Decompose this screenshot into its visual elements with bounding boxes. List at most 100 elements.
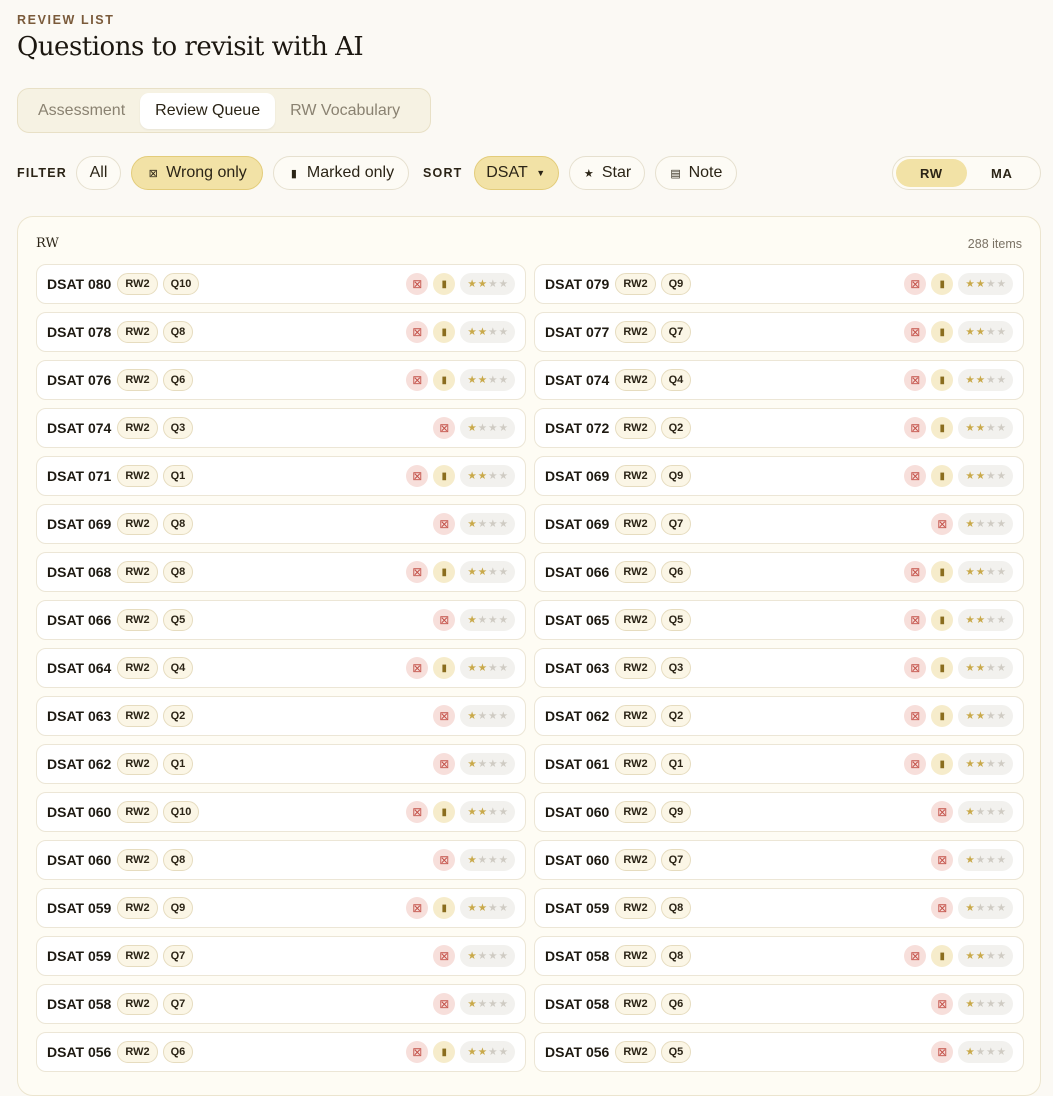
- star-icon: ★: [477, 374, 488, 386]
- star-rating[interactable]: ★ ★ ★ ★: [460, 753, 515, 775]
- star-icon: ★: [467, 902, 477, 914]
- review-item[interactable]: DSAT 072 RW2 Q2 ⊠ ▮ ★ ★ ★ ★: [534, 408, 1024, 448]
- item-status: ⊠ ▮ ★ ★ ★ ★: [406, 465, 515, 487]
- star-rating[interactable]: ★ ★ ★ ★: [958, 273, 1013, 295]
- sort-note-button[interactable]: ▤ Note: [655, 156, 737, 190]
- star-rating[interactable]: ★ ★ ★ ★: [958, 993, 1013, 1015]
- filter-all-label: All: [89, 164, 108, 181]
- tab-rw-vocabulary[interactable]: RW Vocabulary: [275, 93, 415, 129]
- question-tag: Q8: [162, 321, 194, 343]
- filter-all-button[interactable]: All: [76, 156, 121, 190]
- sort-star-button[interactable]: ★ Star: [569, 156, 645, 190]
- review-item[interactable]: DSAT 069 RW2 Q9 ⊠ ▮ ★ ★ ★ ★: [534, 456, 1024, 496]
- subject-rw-button[interactable]: RW: [896, 159, 967, 187]
- review-item[interactable]: DSAT 058 RW2 Q7 ⊠ ★ ★ ★ ★: [36, 984, 526, 1024]
- review-item[interactable]: DSAT 065 RW2 Q5 ⊠ ▮ ★ ★ ★ ★: [534, 600, 1024, 640]
- review-item[interactable]: DSAT 069 RW2 Q7 ⊠ ★ ★ ★ ★: [534, 504, 1024, 544]
- review-item[interactable]: DSAT 079 RW2 Q9 ⊠ ▮ ★ ★ ★ ★: [534, 264, 1024, 304]
- star-rating[interactable]: ★ ★ ★ ★: [460, 945, 515, 967]
- star-icon: ★: [488, 854, 498, 866]
- star-rating[interactable]: ★ ★ ★ ★: [958, 801, 1013, 823]
- review-item[interactable]: DSAT 076 RW2 Q6 ⊠ ▮ ★ ★ ★ ★: [36, 360, 526, 400]
- review-item[interactable]: DSAT 078 RW2 Q8 ⊠ ▮ ★ ★ ★ ★: [36, 312, 526, 352]
- star-rating[interactable]: ★ ★ ★ ★: [460, 705, 515, 727]
- star-rating[interactable]: ★ ★ ★ ★: [460, 513, 515, 535]
- star-rating[interactable]: ★ ★ ★ ★: [958, 753, 1013, 775]
- item-status: ⊠ ▮ ★ ★ ★ ★: [904, 369, 1013, 391]
- review-item[interactable]: DSAT 060 RW2 Q9 ⊠ ★ ★ ★ ★: [534, 792, 1024, 832]
- star-rating[interactable]: ★ ★ ★ ★: [958, 1041, 1013, 1063]
- star-rating[interactable]: ★ ★ ★ ★: [460, 609, 515, 631]
- review-item[interactable]: DSAT 062 RW2 Q2 ⊠ ▮ ★ ★ ★ ★: [534, 696, 1024, 736]
- review-item[interactable]: DSAT 059 RW2 Q8 ⊠ ★ ★ ★ ★: [534, 888, 1024, 928]
- review-item[interactable]: DSAT 064 RW2 Q4 ⊠ ▮ ★ ★ ★ ★: [36, 648, 526, 688]
- tab-assessment[interactable]: Assessment: [23, 93, 140, 129]
- item-title: DSAT 079: [545, 276, 610, 292]
- item-title: DSAT 060: [545, 804, 610, 820]
- star-icon: ★: [467, 614, 477, 626]
- review-item[interactable]: DSAT 068 RW2 Q8 ⊠ ▮ ★ ★ ★ ★: [36, 552, 526, 592]
- star-icon: ★: [467, 566, 477, 578]
- review-item[interactable]: DSAT 060 RW2 Q8 ⊠ ★ ★ ★ ★: [36, 840, 526, 880]
- star-rating[interactable]: ★ ★ ★ ★: [958, 897, 1013, 919]
- review-item[interactable]: DSAT 066 RW2 Q6 ⊠ ▮ ★ ★ ★ ★: [534, 552, 1024, 592]
- review-item[interactable]: DSAT 059 RW2 Q9 ⊠ ▮ ★ ★ ★ ★: [36, 888, 526, 928]
- subject-ma-button[interactable]: MA: [967, 159, 1038, 187]
- star-icon: ★: [477, 278, 488, 290]
- star-icon: ★: [488, 278, 498, 290]
- star-rating[interactable]: ★ ★ ★ ★: [958, 945, 1013, 967]
- star-rating[interactable]: ★ ★ ★ ★: [958, 705, 1013, 727]
- star-rating[interactable]: ★ ★ ★ ★: [958, 417, 1013, 439]
- review-item[interactable]: DSAT 074 RW2 Q4 ⊠ ▮ ★ ★ ★ ★: [534, 360, 1024, 400]
- filter-marked-only-button[interactable]: ▮ Marked only: [273, 156, 409, 190]
- bookmark-icon: ▮: [931, 657, 954, 679]
- section-tag: RW2: [117, 1041, 158, 1063]
- star-rating[interactable]: ★ ★ ★ ★: [460, 465, 515, 487]
- filter-wrong-only-button[interactable]: ⊠ Wrong only: [131, 156, 263, 190]
- star-rating[interactable]: ★ ★ ★ ★: [958, 321, 1013, 343]
- x-square-icon: ⊠: [904, 609, 927, 631]
- star-rating[interactable]: ★ ★ ★ ★: [460, 1041, 515, 1063]
- review-item[interactable]: DSAT 062 RW2 Q1 ⊠ ★ ★ ★ ★: [36, 744, 526, 784]
- review-item[interactable]: DSAT 060 RW2 Q7 ⊠ ★ ★ ★ ★: [534, 840, 1024, 880]
- star-rating[interactable]: ★ ★ ★ ★: [958, 561, 1013, 583]
- star-rating[interactable]: ★ ★ ★ ★: [460, 561, 515, 583]
- review-item[interactable]: DSAT 063 RW2 Q2 ⊠ ★ ★ ★ ★: [36, 696, 526, 736]
- review-item[interactable]: DSAT 058 RW2 Q8 ⊠ ▮ ★ ★ ★ ★: [534, 936, 1024, 976]
- star-rating[interactable]: ★ ★ ★ ★: [958, 849, 1013, 871]
- star-rating[interactable]: ★ ★ ★ ★: [460, 657, 515, 679]
- review-item[interactable]: DSAT 063 RW2 Q3 ⊠ ▮ ★ ★ ★ ★: [534, 648, 1024, 688]
- star-rating[interactable]: ★ ★ ★ ★: [460, 993, 515, 1015]
- star-rating[interactable]: ★ ★ ★ ★: [958, 657, 1013, 679]
- review-item[interactable]: DSAT 060 RW2 Q10 ⊠ ▮ ★ ★ ★ ★: [36, 792, 526, 832]
- item-status: ⊠ ★ ★ ★ ★: [433, 513, 515, 535]
- review-item[interactable]: DSAT 080 RW2 Q10 ⊠ ▮ ★ ★ ★ ★: [36, 264, 526, 304]
- star-rating[interactable]: ★ ★ ★ ★: [958, 513, 1013, 535]
- review-item[interactable]: DSAT 069 RW2 Q8 ⊠ ★ ★ ★ ★: [36, 504, 526, 544]
- star-rating[interactable]: ★ ★ ★ ★: [460, 369, 515, 391]
- star-rating[interactable]: ★ ★ ★ ★: [958, 465, 1013, 487]
- section-tag: RW2: [615, 273, 656, 295]
- review-item[interactable]: DSAT 061 RW2 Q1 ⊠ ▮ ★ ★ ★ ★: [534, 744, 1024, 784]
- review-item[interactable]: DSAT 077 RW2 Q7 ⊠ ▮ ★ ★ ★ ★: [534, 312, 1024, 352]
- review-item[interactable]: DSAT 066 RW2 Q5 ⊠ ★ ★ ★ ★: [36, 600, 526, 640]
- review-item[interactable]: DSAT 059 RW2 Q7 ⊠ ★ ★ ★ ★: [36, 936, 526, 976]
- star-rating[interactable]: ★ ★ ★ ★: [958, 609, 1013, 631]
- star-rating[interactable]: ★ ★ ★ ★: [958, 369, 1013, 391]
- star-rating[interactable]: ★ ★ ★ ★: [460, 417, 515, 439]
- review-item[interactable]: DSAT 074 RW2 Q3 ⊠ ★ ★ ★ ★: [36, 408, 526, 448]
- star-rating[interactable]: ★ ★ ★ ★: [460, 321, 515, 343]
- review-item[interactable]: DSAT 056 RW2 Q5 ⊠ ★ ★ ★ ★: [534, 1032, 1024, 1072]
- star-icon: ★: [477, 854, 488, 866]
- tab-review-queue[interactable]: Review Queue: [140, 92, 276, 129]
- review-item[interactable]: DSAT 071 RW2 Q1 ⊠ ▮ ★ ★ ★ ★: [36, 456, 526, 496]
- review-item[interactable]: DSAT 058 RW2 Q6 ⊠ ★ ★ ★ ★: [534, 984, 1024, 1024]
- star-rating[interactable]: ★ ★ ★ ★: [460, 801, 515, 823]
- sort-dsat-dropdown[interactable]: DSAT ▼: [474, 156, 559, 190]
- star-rating[interactable]: ★ ★ ★ ★: [460, 273, 515, 295]
- star-icon: ★: [975, 566, 986, 578]
- star-rating[interactable]: ★ ★ ★ ★: [460, 897, 515, 919]
- star-icon: ★: [498, 998, 508, 1010]
- review-item[interactable]: DSAT 056 RW2 Q6 ⊠ ▮ ★ ★ ★ ★: [36, 1032, 526, 1072]
- star-rating[interactable]: ★ ★ ★ ★: [460, 849, 515, 871]
